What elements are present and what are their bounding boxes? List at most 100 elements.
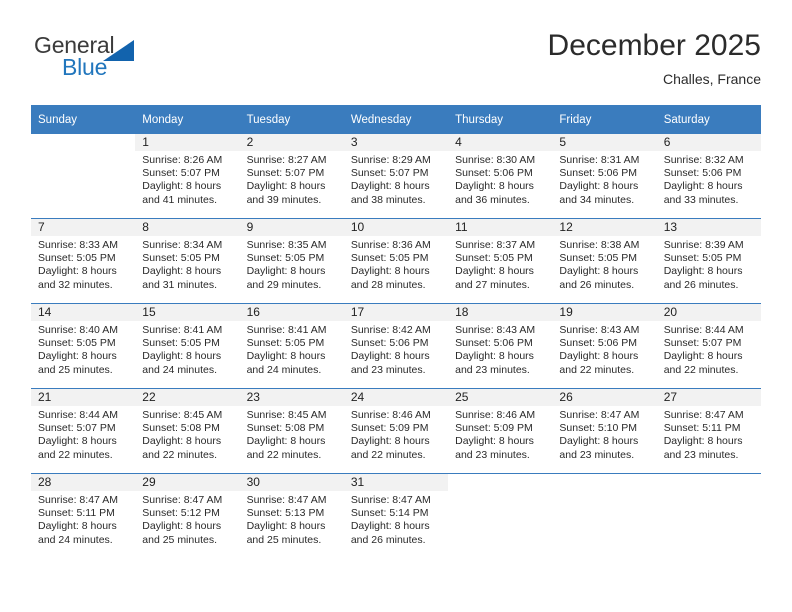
calendar-cell: 13 Sunrise: 8:39 AM Sunset: 5:05 PM Dayligh… bbox=[656, 218, 761, 304]
day-cell[interactable]: 5 Sunrise: 8:31 AM Sunset: 5:06 PM Daylight… bbox=[552, 134, 657, 218]
day-cell-empty bbox=[552, 474, 656, 558]
day-cell[interactable]: 3 Sunrise: 8:29 AM Sunset: 5:07 PM Daylight… bbox=[343, 134, 449, 218]
sunset-text: Sunset: 5:05 PM bbox=[663, 252, 742, 265]
day-cell[interactable]: 31 Sunrise: 8:47 AM Sunset: 5:14 PM Dayligh… bbox=[343, 474, 449, 558]
day-cell[interactable]: 27 Sunrise: 8:47 AM Sunset: 5:11 PM Dayligh… bbox=[656, 389, 761, 473]
daylight-text: Daylight: 8 hours and 26 minutes. bbox=[350, 520, 430, 546]
sunset-text: Sunset: 5:05 PM bbox=[350, 252, 429, 265]
daylight-text: Daylight: 8 hours and 41 minutes. bbox=[142, 180, 222, 206]
day-number: 9 bbox=[239, 219, 344, 236]
daylight-text: Daylight: 8 hours and 38 minutes. bbox=[350, 180, 430, 206]
day-cell[interactable]: 14 Sunrise: 8:40 AM Sunset: 5:05 PM Dayligh… bbox=[31, 304, 136, 388]
day-number: 5 bbox=[552, 134, 657, 151]
day-cell[interactable]: 11 Sunrise: 8:37 AM Sunset: 5:05 PM Dayligh… bbox=[448, 219, 553, 303]
day-cell[interactable]: 16 Sunrise: 8:41 AM Sunset: 5:05 PM Dayligh… bbox=[239, 304, 344, 388]
sunrise-text: Sunrise: 8:45 AM bbox=[246, 409, 327, 421]
brand-logo[interactable]: General Blue bbox=[31, 32, 221, 90]
sunrise-text: Sunrise: 8:47 AM bbox=[246, 494, 327, 506]
day-cell[interactable]: 24 Sunrise: 8:46 AM Sunset: 5:09 PM Dayligh… bbox=[343, 389, 449, 473]
day-cell[interactable]: 21 Sunrise: 8:44 AM Sunset: 5:07 PM Dayligh… bbox=[31, 389, 136, 473]
day-cell[interactable]: 25 Sunrise: 8:46 AM Sunset: 5:09 PM Dayligh… bbox=[448, 389, 553, 473]
sunset-text: Sunset: 5:05 PM bbox=[559, 252, 638, 265]
calendar-cell: 18 Sunrise: 8:43 AM Sunset: 5:06 PM Dayligh… bbox=[448, 303, 553, 389]
day-cell[interactable]: 10 Sunrise: 8:36 AM Sunset: 5:05 PM Dayligh… bbox=[343, 219, 449, 303]
day-details: Sunrise: 8:29 AM Sunset: 5:07 PM Daylight:… bbox=[344, 151, 448, 207]
calendar-cell: 9 Sunrise: 8:35 AM Sunset: 5:05 PM Daylight… bbox=[239, 218, 344, 304]
day-details: Sunrise: 8:47 AM Sunset: 5:10 PM Daylight:… bbox=[552, 406, 656, 462]
daylight-text: Daylight: 8 hours and 23 minutes. bbox=[350, 350, 430, 376]
day-cell[interactable]: 30 Sunrise: 8:47 AM Sunset: 5:13 PM Dayligh… bbox=[239, 474, 344, 558]
daylight-text: Daylight: 8 hours and 28 minutes. bbox=[350, 265, 430, 291]
day-cell[interactable]: 8 Sunrise: 8:34 AM Sunset: 5:05 PM Daylight… bbox=[135, 219, 240, 303]
day-cell-empty bbox=[31, 134, 135, 218]
day-details: Sunrise: 8:44 AM Sunset: 5:07 PM Daylight:… bbox=[657, 321, 761, 377]
day-number: 20 bbox=[656, 304, 761, 321]
sunset-text: Sunset: 5:08 PM bbox=[246, 422, 325, 435]
day-details: Sunrise: 8:47 AM Sunset: 5:12 PM Daylight:… bbox=[135, 491, 239, 547]
sunset-text: Sunset: 5:06 PM bbox=[559, 337, 638, 350]
sunset-text: Sunset: 5:07 PM bbox=[38, 422, 116, 435]
calendar-cell bbox=[552, 473, 657, 558]
sunrise-text: Sunrise: 8:38 AM bbox=[559, 239, 640, 251]
day-cell[interactable]: 7 Sunrise: 8:33 AM Sunset: 5:05 PM Daylight… bbox=[31, 219, 136, 303]
day-number bbox=[448, 474, 552, 491]
day-cell[interactable]: 18 Sunrise: 8:43 AM Sunset: 5:06 PM Dayligh… bbox=[448, 304, 553, 388]
calendar-week-row: 21 Sunrise: 8:44 AM Sunset: 5:07 PM Dayligh… bbox=[31, 388, 761, 474]
daylight-text: Daylight: 8 hours and 25 minutes. bbox=[142, 520, 222, 546]
calendar-week-row: 7 Sunrise: 8:33 AM Sunset: 5:05 PM Daylight… bbox=[31, 218, 761, 304]
sunrise-text: Sunrise: 8:36 AM bbox=[350, 239, 431, 251]
day-cell[interactable]: 9 Sunrise: 8:35 AM Sunset: 5:05 PM Daylight… bbox=[239, 219, 344, 303]
day-cell[interactable]: 4 Sunrise: 8:30 AM Sunset: 5:06 PM Daylight… bbox=[448, 134, 553, 218]
day-cell[interactable]: 2 Sunrise: 8:27 AM Sunset: 5:07 PM Daylight… bbox=[239, 134, 344, 218]
calendar-cell: 4 Sunrise: 8:30 AM Sunset: 5:06 PM Daylight… bbox=[448, 134, 553, 219]
day-number bbox=[552, 474, 656, 491]
day-cell[interactable]: 29 Sunrise: 8:47 AM Sunset: 5:12 PM Dayligh… bbox=[135, 474, 240, 558]
day-number: 29 bbox=[135, 474, 240, 491]
day-details: Sunrise: 8:39 AM Sunset: 5:05 PM Daylight:… bbox=[657, 236, 761, 292]
day-number: 18 bbox=[448, 304, 553, 321]
sunset-text: Sunset: 5:05 PM bbox=[246, 252, 325, 265]
day-number: 23 bbox=[239, 389, 344, 406]
day-details: Sunrise: 8:30 AM Sunset: 5:06 PM Daylight:… bbox=[448, 151, 552, 207]
day-cell[interactable]: 22 Sunrise: 8:45 AM Sunset: 5:08 PM Dayligh… bbox=[135, 389, 240, 473]
day-cell[interactable]: 6 Sunrise: 8:32 AM Sunset: 5:06 PM Daylight… bbox=[656, 134, 761, 218]
day-cell[interactable]: 20 Sunrise: 8:44 AM Sunset: 5:07 PM Dayligh… bbox=[656, 304, 761, 388]
day-details: Sunrise: 8:44 AM Sunset: 5:07 PM Daylight:… bbox=[31, 406, 135, 462]
daylight-text: Daylight: 8 hours and 34 minutes. bbox=[559, 180, 639, 206]
day-number: 7 bbox=[31, 219, 136, 236]
day-number: 26 bbox=[552, 389, 657, 406]
day-cell[interactable]: 28 Sunrise: 8:47 AM Sunset: 5:11 PM Dayligh… bbox=[31, 474, 136, 558]
sunset-text: Sunset: 5:07 PM bbox=[663, 337, 742, 350]
sunset-text: Sunset: 5:06 PM bbox=[559, 167, 638, 180]
sunrise-text: Sunrise: 8:39 AM bbox=[663, 239, 744, 251]
day-number: 2 bbox=[239, 134, 344, 151]
day-cell[interactable]: 13 Sunrise: 8:39 AM Sunset: 5:05 PM Dayligh… bbox=[656, 219, 761, 303]
day-details: Sunrise: 8:47 AM Sunset: 5:11 PM Daylight:… bbox=[657, 406, 761, 462]
daylight-text: Daylight: 8 hours and 22 minutes. bbox=[38, 435, 117, 461]
day-cell[interactable]: 19 Sunrise: 8:43 AM Sunset: 5:06 PM Dayligh… bbox=[552, 304, 657, 388]
daylight-text: Daylight: 8 hours and 23 minutes. bbox=[663, 435, 743, 461]
day-number: 12 bbox=[552, 219, 657, 236]
sunset-text: Sunset: 5:07 PM bbox=[350, 167, 429, 180]
sunrise-text: Sunrise: 8:33 AM bbox=[38, 239, 118, 251]
calendar-cell: 7 Sunrise: 8:33 AM Sunset: 5:05 PM Daylight… bbox=[31, 218, 136, 304]
day-cell[interactable]: 17 Sunrise: 8:42 AM Sunset: 5:06 PM Dayligh… bbox=[343, 304, 449, 388]
day-cell[interactable]: 15 Sunrise: 8:41 AM Sunset: 5:05 PM Dayligh… bbox=[135, 304, 240, 388]
sunrise-text: Sunrise: 8:43 AM bbox=[559, 324, 640, 336]
calendar-body: 1 Sunrise: 8:26 AM Sunset: 5:07 PM Daylight… bbox=[31, 134, 761, 558]
sunset-text: Sunset: 5:11 PM bbox=[663, 422, 741, 435]
sunset-text: Sunset: 5:07 PM bbox=[246, 167, 325, 180]
calendar-cell: 20 Sunrise: 8:44 AM Sunset: 5:07 PM Dayligh… bbox=[656, 303, 761, 389]
day-cell[interactable]: 1 Sunrise: 8:26 AM Sunset: 5:07 PM Daylight… bbox=[135, 134, 240, 218]
day-cell[interactable]: 26 Sunrise: 8:47 AM Sunset: 5:10 PM Dayligh… bbox=[552, 389, 657, 473]
calendar-week-row: 14 Sunrise: 8:40 AM Sunset: 5:05 PM Dayligh… bbox=[31, 303, 761, 389]
sunset-text: Sunset: 5:05 PM bbox=[38, 252, 116, 265]
day-number: 25 bbox=[448, 389, 553, 406]
day-details: Sunrise: 8:33 AM Sunset: 5:05 PM Daylight:… bbox=[31, 236, 135, 292]
day-cell[interactable]: 23 Sunrise: 8:45 AM Sunset: 5:08 PM Dayligh… bbox=[239, 389, 344, 473]
day-details: Sunrise: 8:32 AM Sunset: 5:06 PM Daylight:… bbox=[657, 151, 761, 207]
daylight-text: Daylight: 8 hours and 27 minutes. bbox=[455, 265, 534, 291]
daylight-text: Daylight: 8 hours and 22 minutes. bbox=[559, 350, 639, 376]
sunrise-text: Sunrise: 8:32 AM bbox=[663, 154, 744, 166]
day-cell[interactable]: 12 Sunrise: 8:38 AM Sunset: 5:05 PM Dayligh… bbox=[552, 219, 657, 303]
